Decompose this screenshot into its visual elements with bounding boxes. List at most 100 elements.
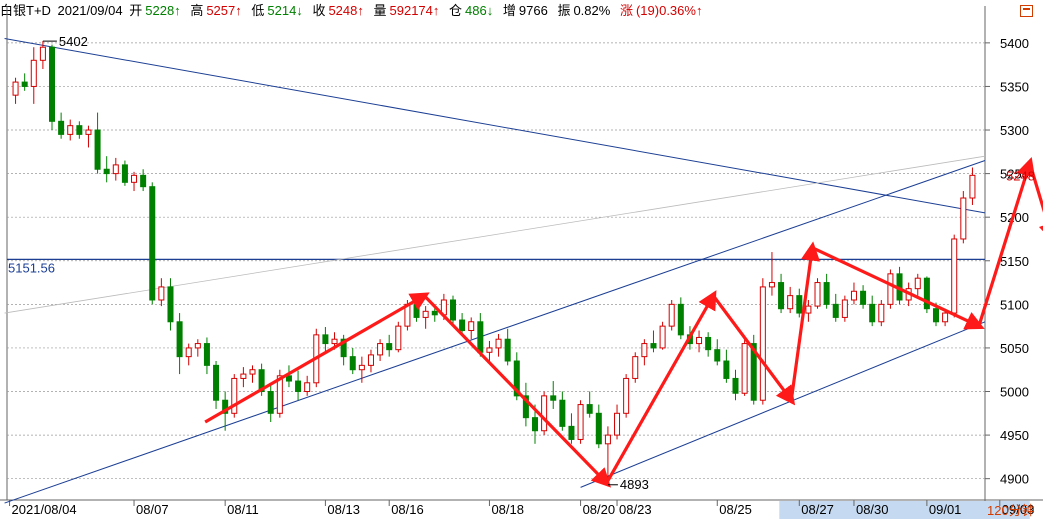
y-tick-label: 5000 [1000, 385, 1029, 400]
x-tick-label: 08/25 [719, 502, 752, 517]
candle-body-up [768, 282, 775, 288]
price-axis: 4900495050005050510051505200525053005350… [985, 36, 1029, 487]
candle [951, 234, 958, 318]
candle [349, 347, 356, 375]
x-tick-label: 08/07 [136, 502, 169, 517]
candle [112, 157, 119, 181]
x-tick-label: 2021/08/04 [12, 502, 77, 517]
candle [203, 337, 210, 375]
candle-body-down [459, 319, 466, 331]
period-label: 120分钟 [987, 503, 1035, 518]
candle-body-up [67, 125, 74, 135]
candle [30, 47, 37, 104]
candle-body-down [49, 46, 56, 122]
candle [677, 297, 684, 340]
candle [249, 365, 256, 383]
grid-lines [0, 6, 1043, 519]
candle-body-down [349, 356, 356, 371]
candle [468, 317, 475, 340]
candle [823, 273, 830, 309]
candles [12, 41, 976, 485]
candle-body-down [869, 303, 876, 323]
candle-body-down [477, 321, 484, 353]
trend-arrow [789, 241, 821, 401]
candle-body-down [322, 334, 329, 345]
candle [595, 404, 602, 449]
candle [49, 44, 56, 131]
candle-body-up [12, 81, 19, 96]
candle-body-down [121, 164, 128, 183]
candle-body-up [395, 325, 402, 351]
candle [386, 334, 393, 357]
candle-body-down [176, 321, 183, 358]
level-line-label: 5151.56 [8, 260, 55, 275]
trend-line [580, 321, 986, 488]
candle [623, 374, 630, 418]
candle-body-down [21, 81, 28, 87]
candle-body-up [878, 303, 885, 323]
candle-body-up [641, 343, 648, 358]
candle-body-down [213, 364, 220, 401]
candle [213, 361, 220, 409]
candle [295, 370, 302, 401]
candle [367, 349, 374, 373]
candle-body-down [532, 417, 539, 432]
candle-body-down [94, 129, 101, 170]
candle-body-up [759, 286, 766, 401]
candle [896, 266, 903, 305]
candle [322, 327, 329, 353]
candle [550, 381, 557, 409]
candle [814, 278, 821, 309]
candle-body-down [58, 120, 65, 135]
candle [741, 339, 748, 396]
candle-body-down [568, 425, 575, 440]
y-tick-label: 4950 [1000, 428, 1029, 443]
candle [705, 332, 712, 357]
x-tick-label: 08/30 [856, 502, 889, 517]
candle-body-down [103, 168, 110, 175]
candle [969, 167, 976, 205]
candle-body-down [778, 282, 785, 310]
candle-body-down [650, 343, 657, 349]
candle-body-up [331, 338, 338, 345]
candle-body-up [914, 277, 921, 290]
candle [914, 273, 921, 296]
candle-body-up [85, 129, 92, 135]
candle-body-up [422, 310, 429, 318]
candle-body-down [860, 290, 867, 305]
candle-body-up [659, 325, 666, 349]
trend-arrow [423, 294, 612, 488]
candle-body-up [805, 305, 812, 314]
candle-body-up [304, 382, 311, 393]
y-tick-label: 5300 [1000, 123, 1029, 138]
candle-body-up [841, 299, 848, 318]
candle-body-down [504, 338, 511, 362]
candle-body-up [696, 336, 703, 345]
candle-body-up [668, 303, 675, 327]
candle-body-up [240, 373, 247, 379]
y-tick-label: 5050 [1000, 341, 1029, 356]
candle-body-down [559, 399, 566, 427]
candle-body-up [367, 354, 374, 366]
candle-body-down [796, 295, 803, 314]
candle [76, 121, 83, 139]
candle-body-up [131, 174, 138, 183]
candle [659, 321, 666, 350]
candle-body-down [595, 412, 602, 445]
candle-body-down [285, 375, 292, 382]
candlestick-chart: 4900495050005050510051505200525053005350… [0, 6, 1043, 519]
candle-body-down [167, 286, 174, 323]
candle [194, 339, 201, 357]
candle-body-up [468, 321, 475, 331]
candle-body-up [194, 343, 201, 349]
candle-body-up [112, 164, 119, 175]
candle-body-up [377, 343, 384, 356]
x-tick-label: 08/27 [801, 502, 834, 517]
candle [103, 156, 110, 183]
candle [140, 169, 147, 192]
candle-body-down [832, 303, 839, 318]
candle [796, 288, 803, 318]
candle-body-up [577, 404, 584, 440]
candle [732, 369, 739, 401]
x-tick-label: 08/23 [619, 502, 652, 517]
